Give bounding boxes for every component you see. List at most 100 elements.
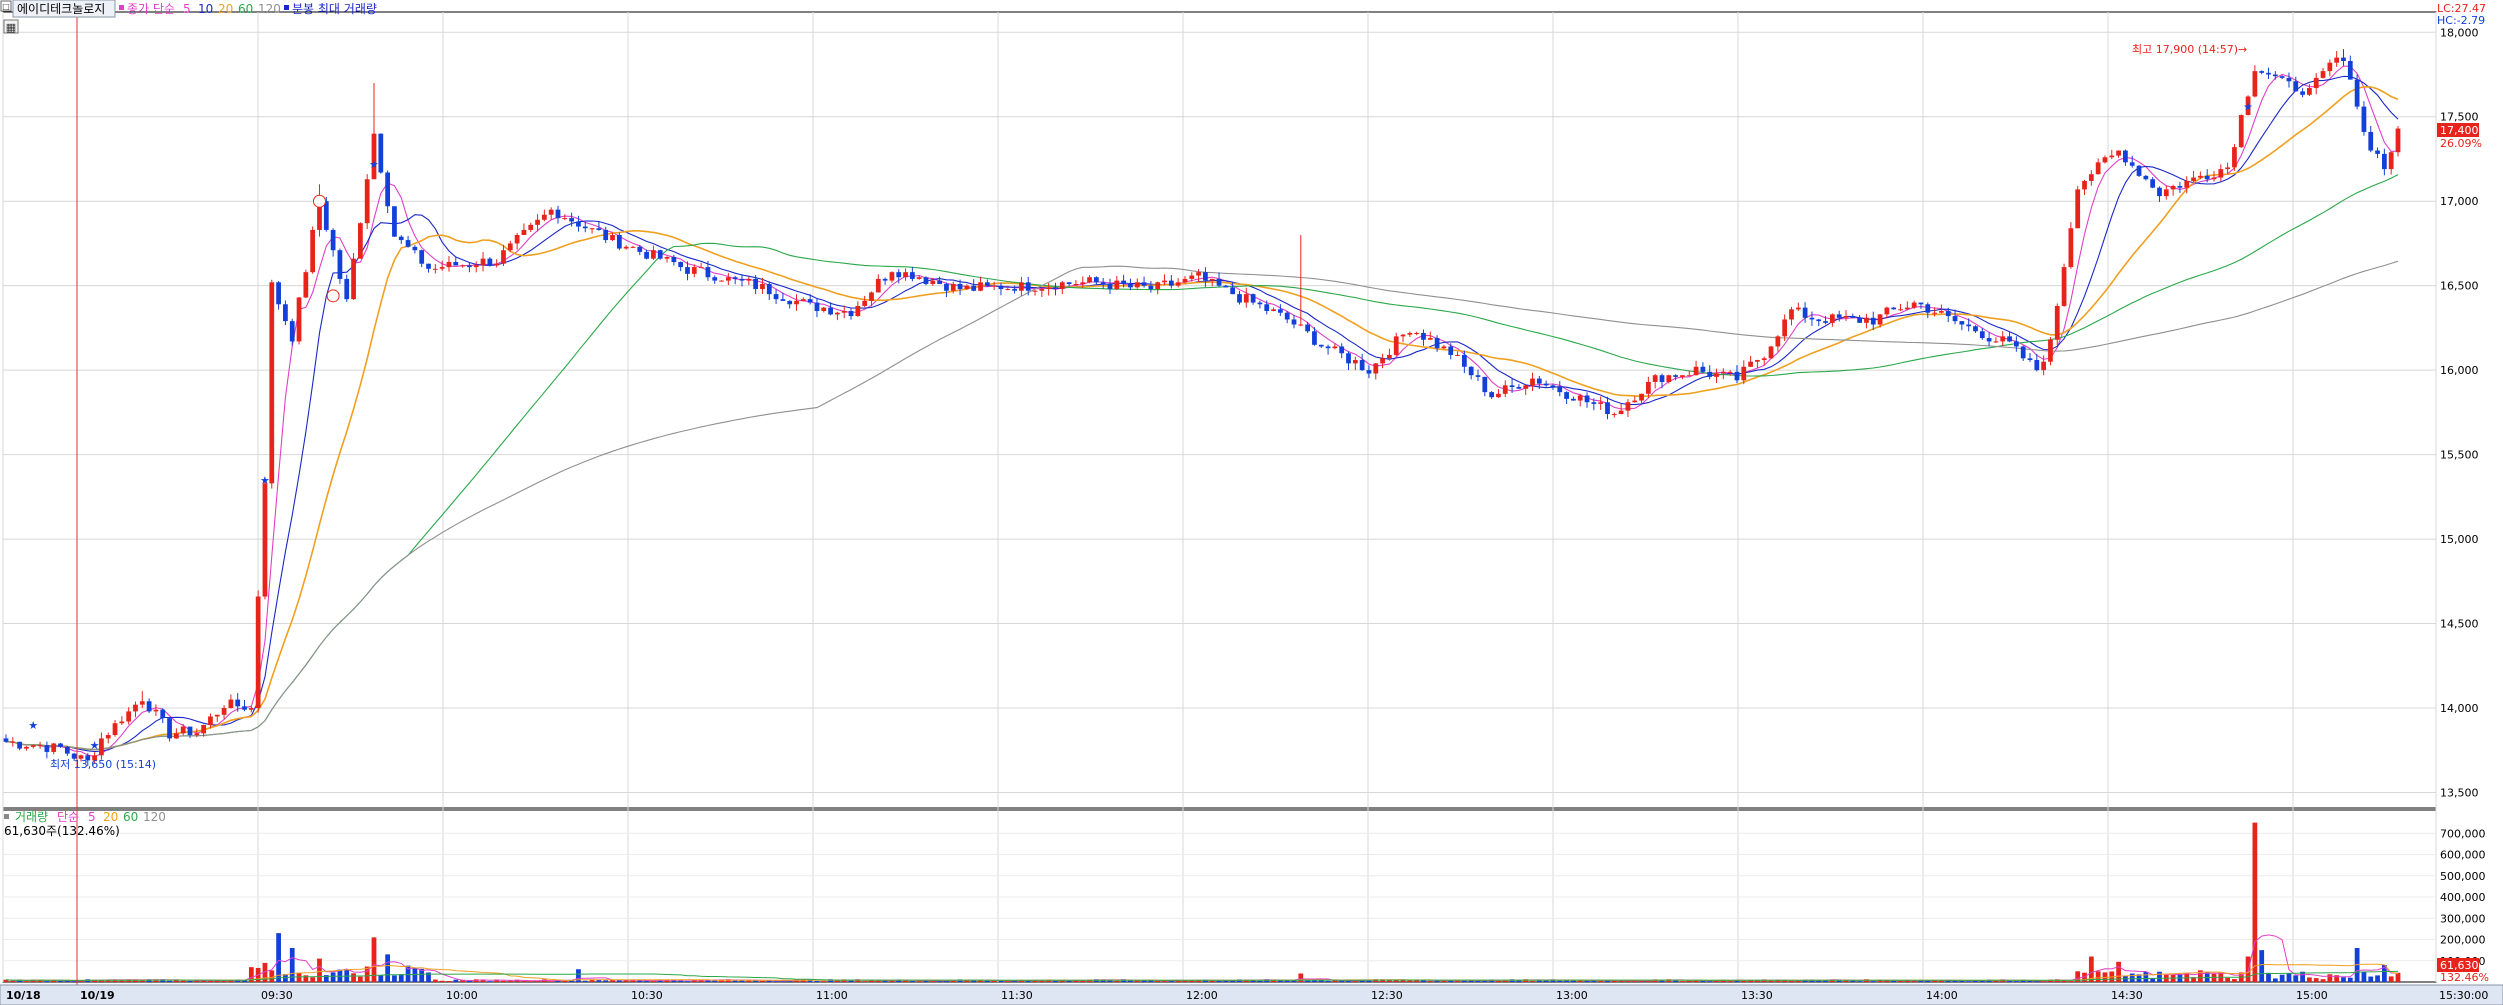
volume-bar — [1325, 980, 1331, 982]
candle-up — [439, 267, 445, 269]
volume-bar — [44, 981, 50, 982]
candle-down — [1564, 392, 1569, 399]
candle-down — [344, 278, 350, 300]
volume-bar — [1298, 973, 1304, 982]
volume-bar — [1530, 980, 1535, 982]
time-tick-label: 10:30 — [631, 989, 663, 1002]
candle-down — [780, 299, 786, 301]
candle-up — [2061, 267, 2067, 306]
candle-up — [1427, 338, 1433, 340]
volume-bar — [773, 981, 779, 982]
candle-down — [957, 283, 963, 290]
candle-up — [1898, 309, 1903, 311]
candle-up — [1393, 336, 1399, 355]
volume-bar — [2068, 981, 2074, 982]
ma-legend-60[interactable]: 60 — [238, 2, 253, 16]
volume-bar — [1741, 980, 1747, 982]
volume-bar — [330, 972, 336, 982]
volume-bar — [2307, 977, 2312, 982]
candle-up — [1407, 332, 1413, 335]
candle-down — [487, 258, 493, 266]
candle-down — [426, 263, 431, 269]
volume-ma-120[interactable]: 120 — [143, 810, 166, 824]
circle-s-icon — [326, 289, 340, 303]
ma-legend-title[interactable]: 종가 단순 — [127, 2, 175, 16]
volume-bar — [603, 980, 609, 982]
ma-legend-10[interactable]: 10 — [198, 2, 213, 16]
candle-down — [787, 300, 793, 305]
candle-down — [1945, 311, 1951, 317]
candle-down — [705, 267, 711, 278]
candle-up — [2054, 305, 2060, 340]
candle-up — [1904, 307, 1910, 310]
candle-down — [167, 718, 172, 739]
candle-up — [1714, 373, 1719, 377]
candle-up — [548, 209, 554, 215]
volume-ma-title[interactable]: 단순 — [57, 810, 79, 824]
ma-legend-5[interactable]: 5 — [183, 2, 191, 16]
max-volume-star-icon: ★ — [28, 719, 38, 732]
candle-down — [1318, 344, 1324, 347]
candle-down — [467, 265, 472, 268]
volume-bar — [984, 980, 990, 982]
volume-bar — [1966, 981, 1972, 982]
candle-down — [753, 278, 759, 290]
volume-bar — [1407, 980, 1413, 982]
volume-ma-20[interactable]: 20 — [103, 810, 118, 824]
candle-down — [1816, 319, 1822, 322]
candle-down — [828, 307, 833, 315]
candle-up — [507, 243, 513, 251]
max-volume-legend[interactable]: 분봉 최대 거래량 — [292, 2, 377, 16]
candle-down — [398, 236, 404, 241]
candle-up — [1530, 378, 1535, 386]
candle-up — [1632, 400, 1638, 403]
candle-up — [1189, 275, 1195, 279]
candle-down — [1203, 272, 1208, 281]
candle-down — [1216, 278, 1222, 286]
candle-up — [1502, 385, 1508, 394]
hc-readout: HC:-2.79 — [2437, 14, 2485, 27]
volume-bar — [528, 981, 534, 982]
candle-down — [1012, 289, 1017, 291]
candle-down — [289, 321, 295, 342]
volume-bar — [378, 975, 384, 982]
candle-down — [242, 706, 247, 710]
ma-legend-120[interactable]: 120 — [258, 2, 281, 16]
volume-bar — [1870, 981, 1876, 982]
candle-down — [814, 302, 820, 312]
candle-down — [1891, 307, 1897, 310]
volume-bar — [2361, 971, 2367, 982]
candle-up — [1073, 283, 1079, 285]
candle-up — [589, 228, 595, 230]
candle-up — [357, 223, 363, 259]
candle-up — [1298, 324, 1304, 326]
candle-down — [323, 201, 329, 230]
volume-ma-5[interactable]: 5 — [88, 810, 96, 824]
candle-down — [603, 229, 609, 241]
volume-bar — [501, 980, 506, 982]
volume-bar — [1155, 980, 1161, 982]
candle-up — [1039, 289, 1045, 291]
candle-up — [126, 711, 132, 722]
candle-down — [944, 283, 949, 291]
volume-tick-label: 200,000 — [2440, 934, 2486, 947]
candle-up — [310, 229, 316, 273]
candle-up — [630, 246, 636, 248]
volume-legend-title[interactable]: 거래량 — [15, 810, 48, 824]
candle-up — [269, 282, 275, 484]
volume-ma-60[interactable]: 60 — [123, 810, 138, 824]
volume-bar — [2272, 978, 2278, 982]
candle-up — [1686, 375, 1692, 377]
candle-up — [916, 277, 922, 279]
candle-down — [1673, 375, 1679, 377]
candle-up — [494, 263, 500, 266]
volume-bar — [303, 975, 309, 982]
candle-up — [1625, 402, 1631, 411]
candle-down — [2300, 91, 2305, 95]
ma-legend-20[interactable]: 20 — [218, 2, 233, 16]
volume-bar — [521, 981, 527, 982]
candle-down — [1489, 392, 1495, 398]
candle-down — [2259, 71, 2265, 73]
candle-up — [1993, 341, 1999, 343]
volume-bar — [221, 981, 227, 982]
